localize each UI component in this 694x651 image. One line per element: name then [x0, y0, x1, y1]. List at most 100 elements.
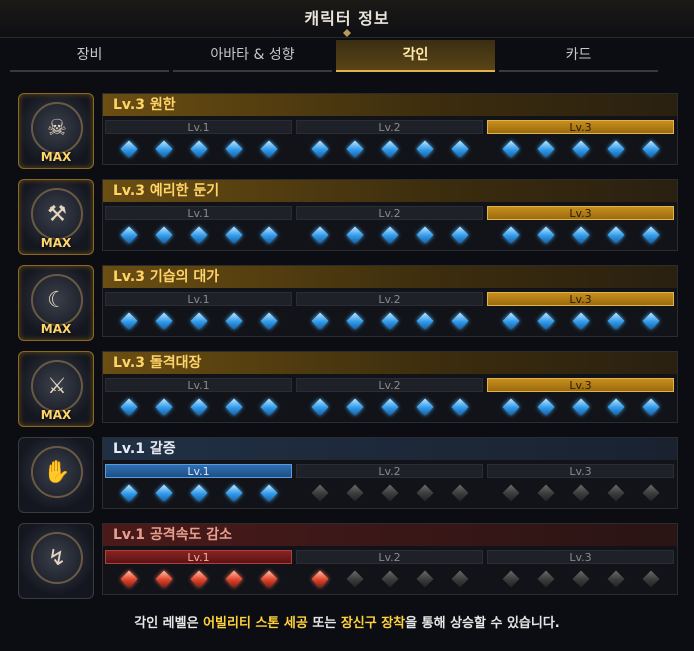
engraving-icon-frame[interactable]: ☠ MAX	[18, 93, 94, 169]
gem-row	[487, 564, 674, 588]
gem-icon-filled	[190, 226, 207, 244]
icon-glyph: ☠	[47, 116, 67, 141]
level-group: Lv.2	[294, 464, 485, 502]
gem-icon-empty	[416, 484, 433, 502]
gem-icon-filled	[502, 312, 519, 330]
level-group: Lv.3	[485, 120, 676, 158]
gem-icon-filled	[346, 312, 363, 330]
gem-icon-filled	[260, 398, 277, 416]
engraving-title: Lv.3 돌격대장	[103, 352, 677, 374]
gem-icon-filled	[537, 312, 554, 330]
max-badge: MAX	[40, 322, 72, 336]
footer-hint: 각인 레벨은 어빌리티 스톤 세공 또는 장신구 장착을 통해 상승할 수 있습…	[0, 612, 694, 631]
demon-face-icon: ☠	[31, 102, 83, 154]
gem-icon-filled	[502, 398, 519, 416]
gem-row	[105, 478, 292, 502]
level-group: Lv.2	[294, 550, 485, 588]
gem-icon-filled	[416, 398, 433, 416]
max-badge: MAX	[40, 236, 72, 250]
gem-icon-filled	[155, 140, 172, 158]
engraving-icon-frame[interactable]: ↯	[18, 523, 94, 599]
engraving-icon-frame[interactable]: ☾ MAX	[18, 265, 94, 341]
gem-row	[296, 134, 483, 158]
engraving-row[interactable]: ☠ MAX Lv.3 원한 Lv.1 Lv.2 Lv.3	[14, 90, 684, 169]
gem-icon-empty	[572, 570, 589, 588]
gem-icon-filled	[190, 312, 207, 330]
gem-icon-filled	[642, 312, 659, 330]
engraving-bar: Lv.3 예리한 둔기 Lv.1 Lv.2 Lv.3	[102, 179, 678, 251]
gem-icon-filled	[155, 484, 172, 502]
gem-icon-filled	[311, 570, 328, 588]
engraving-bar: Lv.3 원한 Lv.1 Lv.2 Lv.3	[102, 93, 678, 165]
level-label: Lv.2	[296, 550, 483, 564]
gem-icon-empty	[642, 484, 659, 502]
gem-icon-filled	[381, 140, 398, 158]
level-groups: Lv.1 Lv.2 Lv.3	[103, 206, 677, 244]
tab-engraving[interactable]: 각인	[336, 40, 495, 72]
engraving-row[interactable]: ⚒ MAX Lv.3 예리한 둔기 Lv.1 Lv.2 Lv.3	[14, 176, 684, 255]
gem-icon-empty	[346, 570, 363, 588]
gem-icon-filled	[190, 484, 207, 502]
tab-equipment[interactable]: 장비	[10, 40, 169, 72]
gem-icon-filled	[607, 226, 624, 244]
gem-icon-filled	[416, 226, 433, 244]
gem-icon-empty	[311, 484, 328, 502]
gem-icon-filled	[225, 312, 242, 330]
engraving-icon-frame[interactable]: ⚒ MAX	[18, 179, 94, 255]
footer-highlight-stone: 어빌리티 스톤 세공	[203, 616, 308, 631]
footer-suffix: 을 통해 상승할 수 있습니다.	[405, 616, 560, 631]
gem-icon-filled	[572, 398, 589, 416]
gem-icon-empty	[607, 570, 624, 588]
gem-icon-empty	[451, 484, 468, 502]
gem-icon-empty	[381, 484, 398, 502]
gem-icon-filled	[381, 226, 398, 244]
gem-icon-filled	[311, 312, 328, 330]
charge-warrior-icon: ⚔	[31, 360, 83, 412]
engraving-row[interactable]: ⚔ MAX Lv.3 돌격대장 Lv.1 Lv.2 Lv.3	[14, 348, 684, 427]
gem-icon-filled	[451, 398, 468, 416]
tab-avatar-tendency[interactable]: 아바타 & 성향	[173, 40, 332, 72]
gem-icon-filled	[537, 398, 554, 416]
gem-icon-filled	[260, 570, 277, 588]
engraving-title: Lv.3 기습의 대가	[103, 266, 677, 288]
gem-icon-filled	[120, 312, 137, 330]
gem-icon-filled	[311, 398, 328, 416]
gem-icon-empty	[346, 484, 363, 502]
gem-icon-empty	[416, 570, 433, 588]
icon-glyph: ⚔	[47, 374, 67, 399]
gem-row	[487, 134, 674, 158]
gem-row	[105, 306, 292, 330]
gem-icon-filled	[155, 570, 172, 588]
gem-row	[487, 478, 674, 502]
engraving-icon-frame[interactable]: ⚔ MAX	[18, 351, 94, 427]
gem-icon-filled	[225, 484, 242, 502]
gem-icon-filled	[607, 398, 624, 416]
level-group: Lv.3	[485, 292, 676, 330]
gem-icon-filled	[537, 140, 554, 158]
gem-icon-filled	[451, 140, 468, 158]
gem-icon-empty	[451, 570, 468, 588]
level-label: Lv.1	[105, 292, 292, 306]
engraving-row[interactable]: ↯ Lv.1 공격속도 감소 Lv.1 Lv.2 Lv.3	[14, 520, 684, 599]
level-label: Lv.2	[296, 378, 483, 392]
level-label: Lv.2	[296, 120, 483, 134]
level-group: Lv.3	[485, 464, 676, 502]
max-badge: MAX	[40, 150, 72, 164]
engraving-row[interactable]: ☾ MAX Lv.3 기습의 대가 Lv.1 Lv.2 Lv.3	[14, 262, 684, 341]
level-label: Lv.1	[105, 550, 292, 564]
gem-icon-filled	[225, 398, 242, 416]
gem-icon-filled	[346, 140, 363, 158]
engraving-icon-frame[interactable]: ✋	[18, 437, 94, 513]
footer-prefix: 각인 레벨은	[134, 616, 204, 631]
engraving-row[interactable]: ✋ Lv.1 갈증 Lv.1 Lv.2 Lv.3	[14, 434, 684, 513]
tab-card[interactable]: 카드	[499, 40, 658, 72]
gem-icon-filled	[416, 140, 433, 158]
gem-icon-filled	[155, 226, 172, 244]
thirst-hand-icon: ✋	[31, 446, 83, 498]
gem-icon-filled	[416, 312, 433, 330]
level-label: Lv.1	[105, 120, 292, 134]
gem-row	[105, 220, 292, 244]
level-group: Lv.3	[485, 206, 676, 244]
level-group: Lv.2	[294, 292, 485, 330]
attack-speed-down-icon: ↯	[31, 532, 83, 584]
